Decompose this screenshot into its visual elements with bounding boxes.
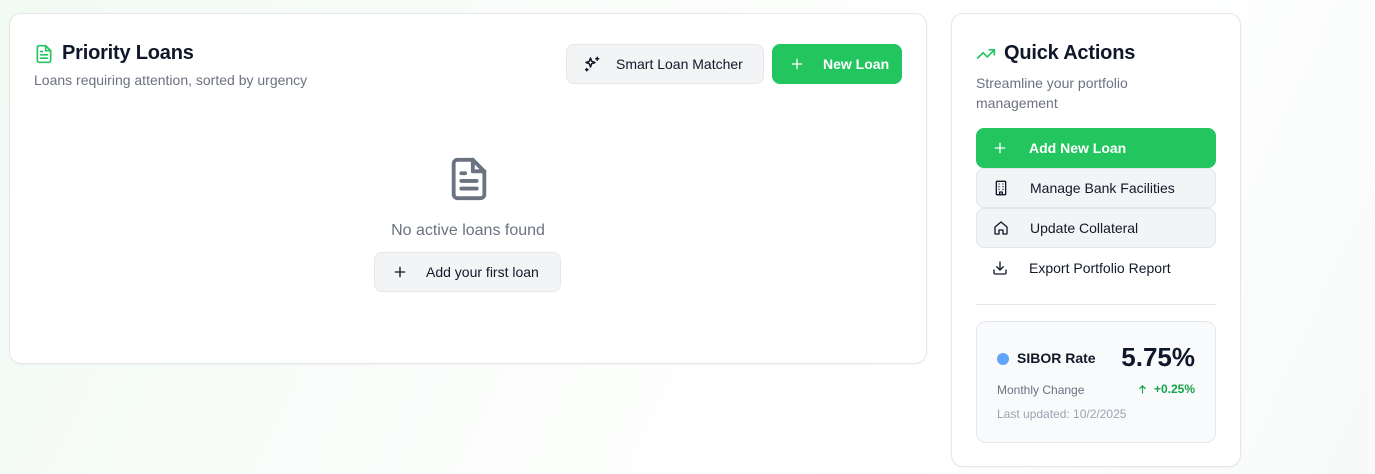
rate-status-dot — [997, 353, 1009, 365]
rate-value: 5.75% — [1121, 342, 1195, 372]
plus-icon — [992, 140, 1008, 156]
smart-loan-matcher-button[interactable]: Smart Loan Matcher — [566, 44, 764, 84]
add-first-loan-button[interactable]: Add your first loan — [374, 252, 561, 292]
new-loan-button[interactable]: New Loan — [772, 44, 902, 84]
quick-actions-title: Quick Actions — [1004, 42, 1136, 64]
home-icon — [993, 220, 1009, 236]
plus-icon — [392, 264, 408, 280]
add-new-loan-label: Add New Loan — [1029, 140, 1127, 156]
quick-actions-subtitle: Streamline your portfolio management — [976, 75, 1128, 111]
add-first-loan-label: Add your first loan — [426, 264, 539, 280]
trending-up-icon — [976, 44, 996, 64]
manage-bank-facilities-button[interactable]: Manage Bank Facilities — [976, 168, 1216, 208]
arrow-up-icon — [1137, 384, 1148, 395]
priority-loans-subtitle: Loans requiring attention, sorted by urg… — [34, 72, 308, 88]
export-portfolio-report-label: Export Portfolio Report — [1029, 260, 1171, 276]
building-icon — [993, 180, 1009, 196]
empty-state-message: No active loans found — [391, 222, 545, 239]
quick-actions-header: Quick Actions — [976, 42, 1135, 65]
rate-last-updated: Last updated: 10/2/2025 — [997, 407, 1127, 421]
export-portfolio-report-button[interactable]: Export Portfolio Report — [976, 248, 1216, 288]
rate-name: SIBOR Rate — [1017, 350, 1096, 366]
sparkles-icon — [583, 55, 601, 73]
quick-actions-card: Quick Actions Streamline your portfolio … — [951, 13, 1241, 467]
rate-change-value: +0.25% — [1153, 382, 1195, 396]
rate-change: +0.25% — [1137, 382, 1195, 396]
divider — [976, 304, 1216, 305]
update-collateral-label: Update Collateral — [1030, 220, 1139, 236]
new-loan-label: New Loan — [823, 56, 890, 72]
rate-change-label: Monthly Change — [997, 383, 1085, 397]
manage-bank-facilities-label: Manage Bank Facilities — [1030, 180, 1175, 196]
empty-document-icon — [446, 154, 492, 204]
add-new-loan-button[interactable]: Add New Loan — [976, 128, 1216, 168]
update-collateral-button[interactable]: Update Collateral — [976, 208, 1216, 248]
priority-loans-title: Priority Loans — [62, 42, 194, 64]
priority-loans-header: Priority Loans — [34, 42, 194, 65]
plus-icon — [789, 56, 805, 72]
download-icon — [992, 260, 1008, 276]
priority-loans-card: Priority Loans Loans requiring attention… — [9, 13, 927, 364]
document-icon — [34, 44, 54, 64]
sibor-rate-card: SIBOR Rate 5.75% Monthly Change +0.25% L… — [976, 321, 1216, 443]
smart-loan-matcher-label: Smart Loan Matcher — [616, 56, 743, 72]
